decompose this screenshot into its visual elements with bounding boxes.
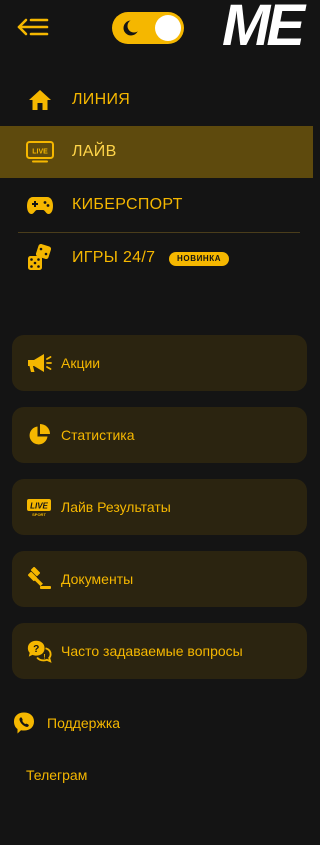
support-link[interactable]: Поддержка (12, 709, 212, 737)
gavel-icon (26, 567, 52, 591)
nav-item-live[interactable]: LIVE ЛАЙВ (0, 126, 313, 178)
card-label: Документы (61, 571, 134, 587)
theme-toggle[interactable] (112, 12, 184, 44)
card-label: Часто задаваемые вопросы (61, 643, 243, 659)
nav-item-label: ЛИНИЯ (72, 91, 131, 108)
svg-text:?: ? (33, 644, 39, 655)
live-results-icon-text: LIVE (30, 502, 48, 511)
sun-icon (121, 18, 141, 38)
live-tv-icon: LIVE (26, 138, 54, 166)
card-faq[interactable]: ? ! Часто задаваемые вопросы (12, 623, 307, 679)
card-label: Статистика (61, 427, 135, 443)
dice-icon (26, 244, 54, 272)
card-documents[interactable]: Документы (12, 551, 307, 607)
live-tv-icon-text: LIVE (32, 149, 48, 156)
faq-chat-icon: ? ! (26, 639, 52, 663)
viber-phone-icon (12, 711, 36, 735)
card-statistics[interactable]: Статистика (12, 407, 307, 463)
top-bar: ME (0, 0, 313, 56)
live-results-icon-subtext: SPORT (32, 512, 46, 517)
nav-item-line[interactable]: ЛИНИЯ (0, 74, 313, 126)
menu-collapse-arrow-icon[interactable] (16, 12, 50, 42)
megaphone-icon (26, 351, 52, 375)
nav-item-label: ИГРЫ 24/7 (72, 249, 156, 266)
card-promotions[interactable]: Акции (12, 335, 307, 391)
telegram-link[interactable]: Телеграм (26, 767, 87, 783)
nav-item-esports[interactable]: КИБЕРСПОРТ (0, 179, 313, 231)
card-live-results[interactable]: LIVE SPORT Лайв Результаты (12, 479, 307, 535)
home-icon (26, 86, 54, 114)
nav-item-games[interactable]: ИГРЫ 24/7 НОВИНКА (0, 232, 313, 284)
nav-item-label: КИБЕРСПОРТ (72, 196, 183, 213)
toggle-knob (155, 15, 181, 41)
gamepad-icon (26, 191, 54, 219)
nav-item-label: ЛАЙВ (72, 143, 117, 160)
card-label: Акции (61, 355, 101, 371)
card-label: Лайв Результаты (61, 499, 171, 515)
pie-chart-icon (26, 423, 52, 447)
brand-logo[interactable]: ME (222, 0, 305, 55)
live-results-icon: LIVE SPORT (26, 495, 52, 519)
svg-text:!: ! (43, 653, 45, 660)
new-badge: НОВИНКА (169, 252, 230, 266)
support-label: Поддержка (47, 715, 121, 731)
